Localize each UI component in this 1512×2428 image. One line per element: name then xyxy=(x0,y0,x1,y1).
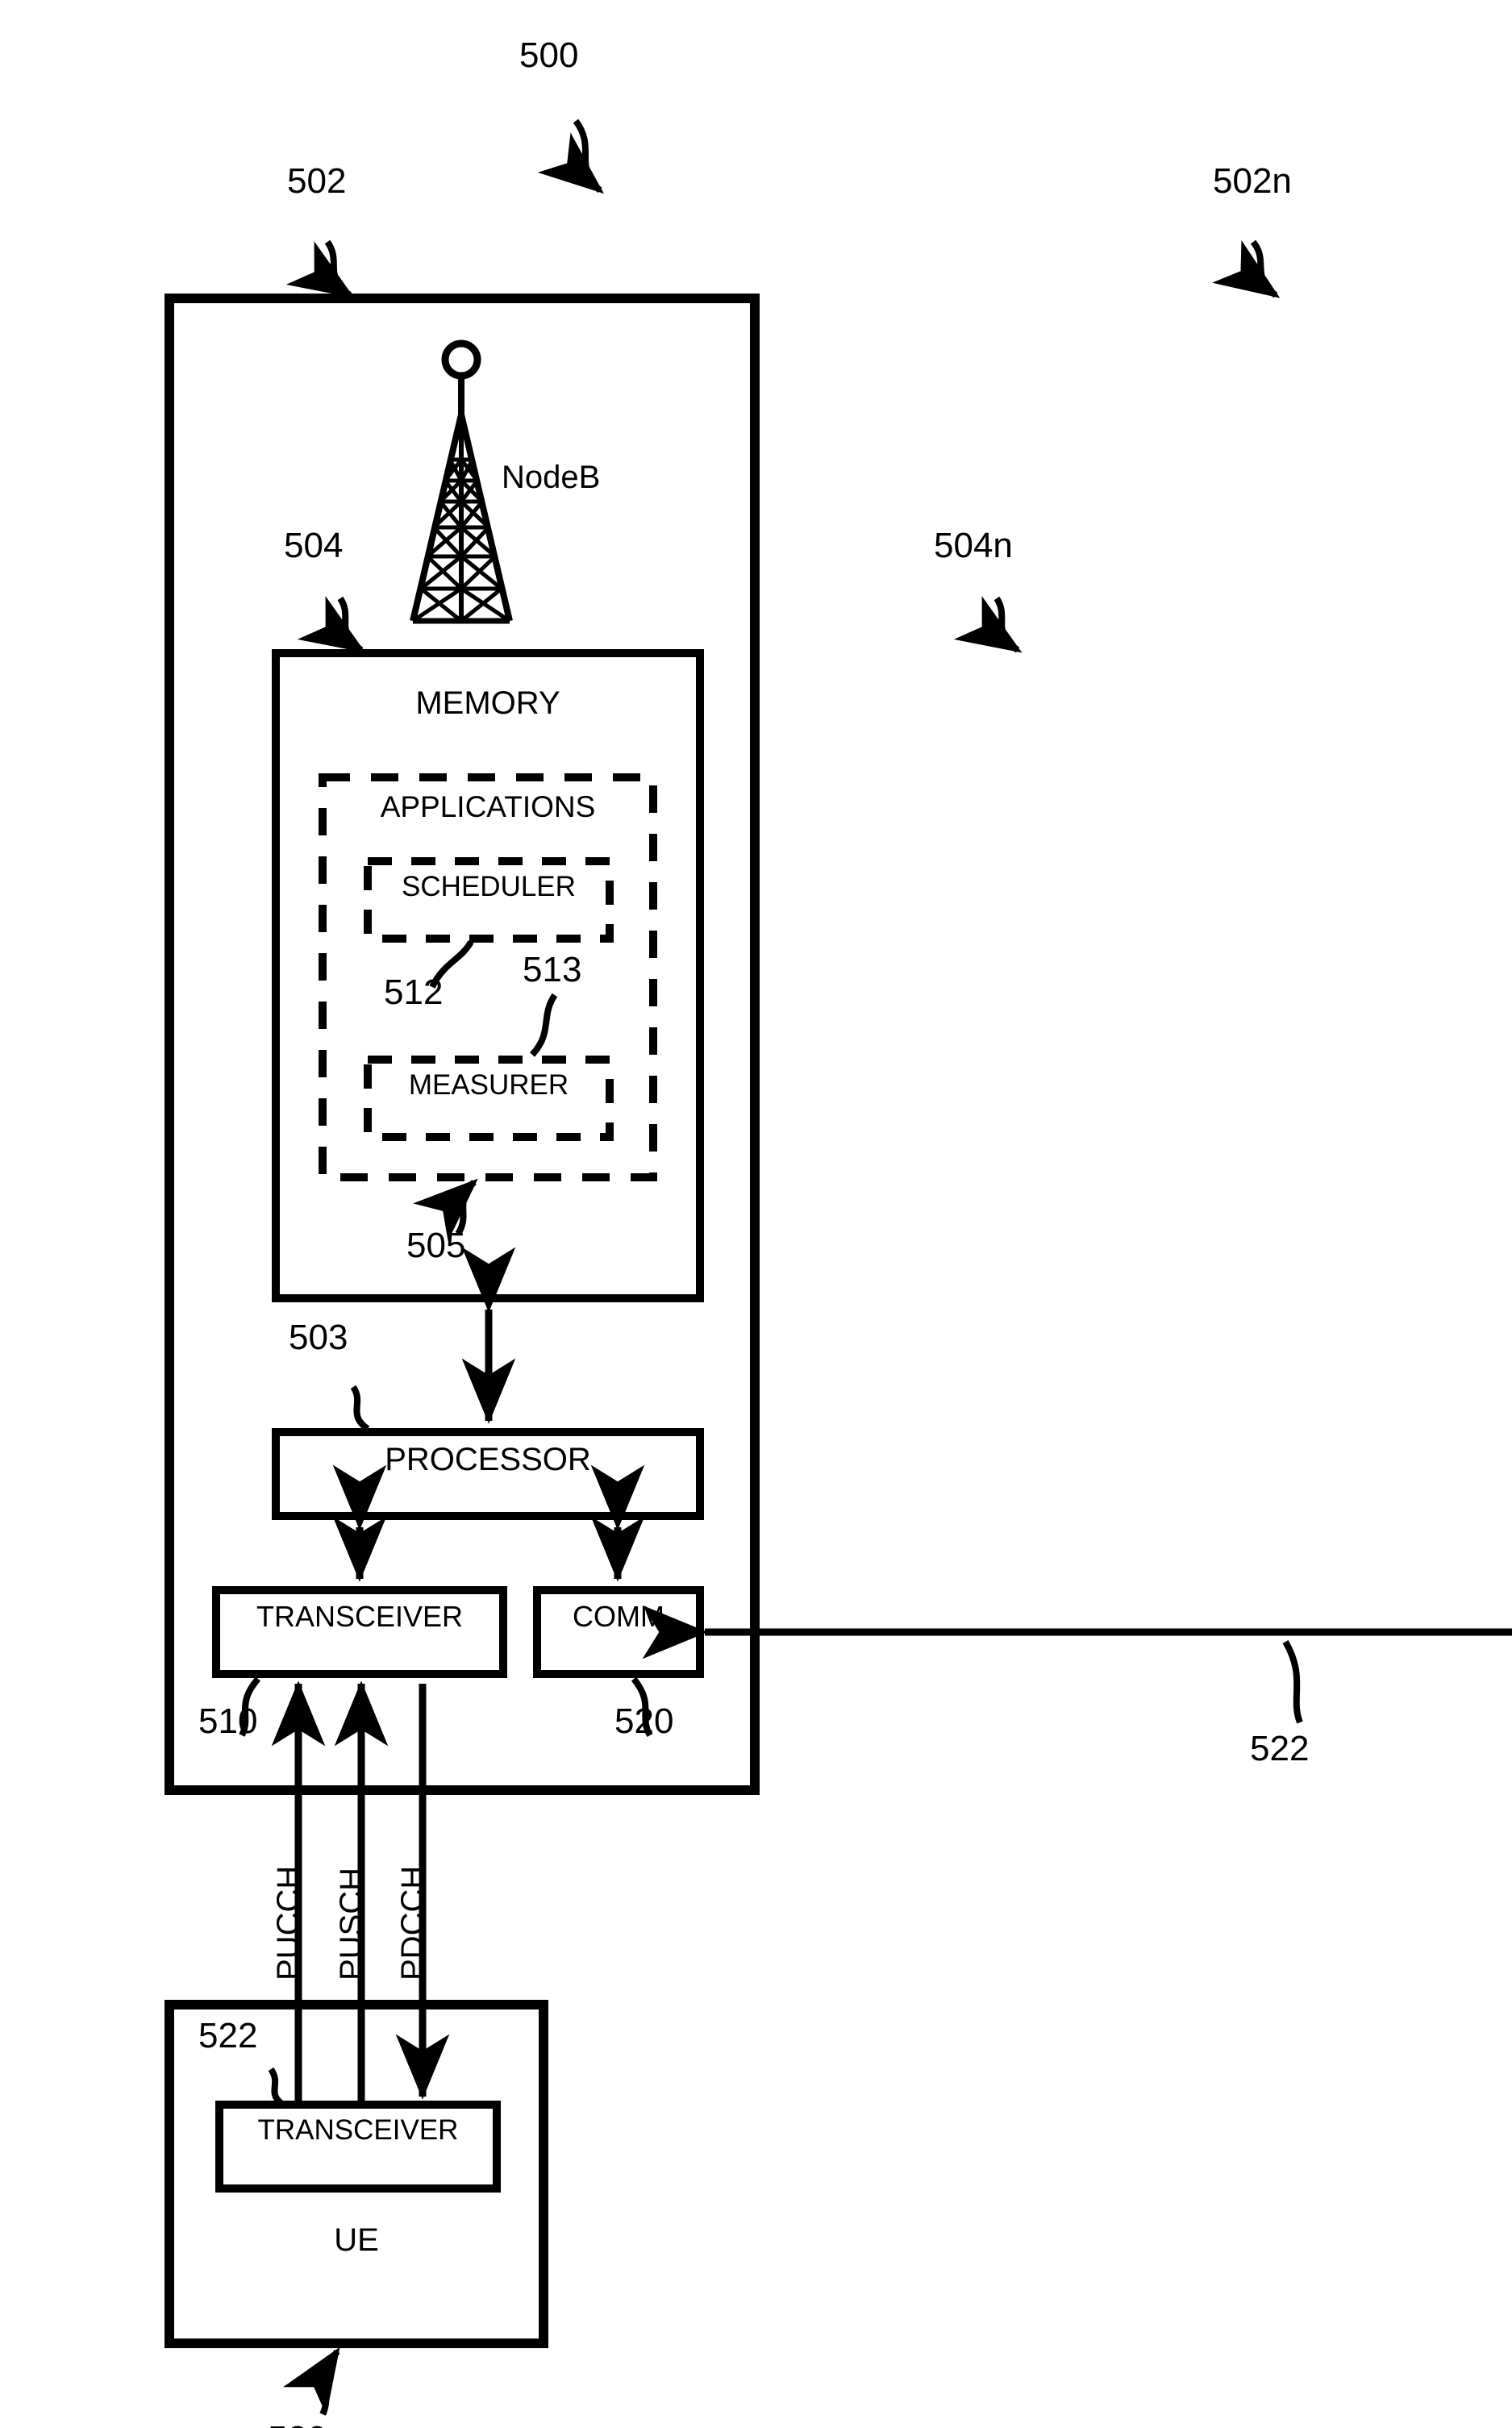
channel-label-pucch: PUCCH xyxy=(271,1865,306,1980)
patent-figure-500: 500 502 NodeB 504 MEMORY APPLICATIONS SC… xyxy=(0,0,1512,2428)
ref-nodeb-right: 502n xyxy=(1213,161,1292,201)
ref-processor-left: 503 xyxy=(289,1318,348,1357)
ref-comm-left: 520 xyxy=(614,1701,674,1741)
ref-applications-left: 505 xyxy=(406,1226,466,1265)
applications-left-label: APPLICATIONS xyxy=(380,790,596,823)
diagram-vector-layer xyxy=(165,119,1512,2416)
ref-memory-left: 504 xyxy=(284,526,344,565)
transceiver-left-label: TRANSCEIVER xyxy=(256,1600,464,1633)
ref-transceiver-left: 510 xyxy=(198,1701,258,1741)
measurer-left-label: MEASURER xyxy=(408,1069,569,1101)
comm-left-label: COMM xyxy=(573,1600,664,1633)
ref-scheduler-left: 512 xyxy=(384,972,444,1012)
ref-ue-transceiver: 522 xyxy=(198,2016,258,2055)
ue-label: UE xyxy=(334,2222,379,2258)
ref-ue: 520 xyxy=(268,2419,327,2428)
channel-label-pdcch: PDCCH xyxy=(395,1865,431,1980)
ref-interface: 522 xyxy=(1250,1729,1310,1768)
processor-left-label: PROCESSOR xyxy=(385,1442,591,1477)
ue-transceiver-label: TRANSCEIVER xyxy=(257,2114,459,2146)
figure-number: 500 xyxy=(519,35,579,75)
nodeb-left-tower-label: NodeB xyxy=(502,460,601,495)
tower-left xyxy=(410,339,513,624)
channel-label-pusch: PUSCH xyxy=(334,1867,369,1980)
memory-left-label: MEMORY xyxy=(415,685,560,721)
ref-nodeb-left: 502 xyxy=(287,161,347,201)
scheduler-left-label: SCHEDULER xyxy=(402,871,576,902)
ref-measurer-left: 513 xyxy=(523,950,582,989)
ref-memory-right: 504n xyxy=(934,526,1013,565)
